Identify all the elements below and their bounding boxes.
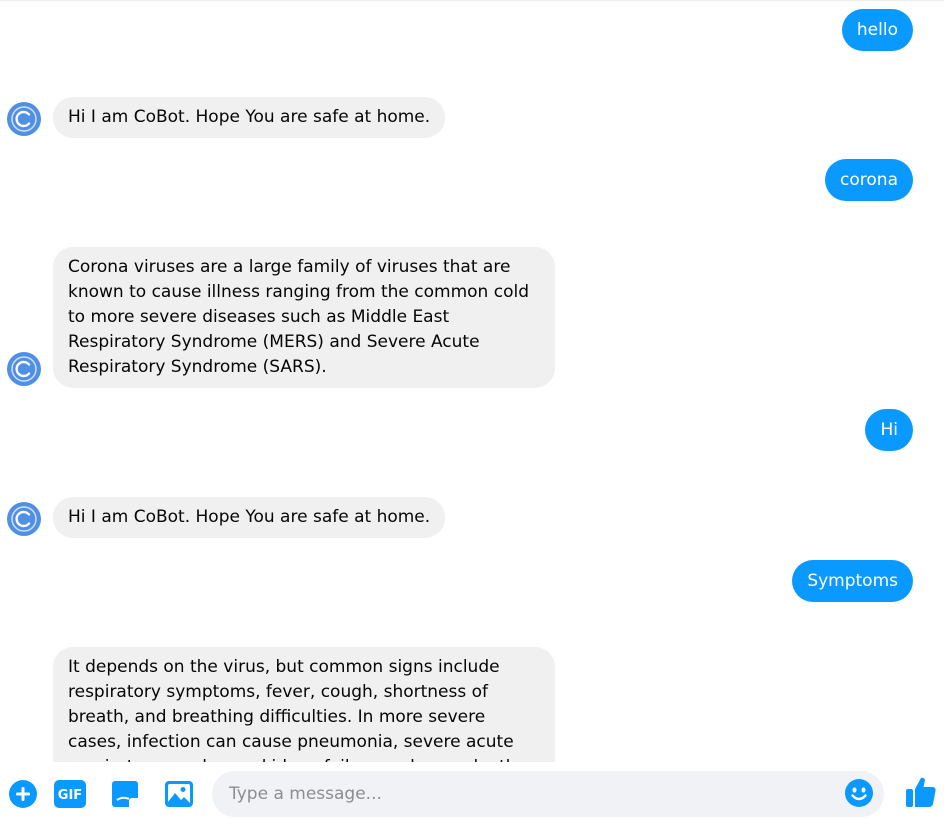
thumbs-up-icon[interactable] — [903, 774, 939, 810]
conversation: hello Hi I am CoBot. Hope You are safe a… — [0, 0, 944, 763]
plus-circle-icon[interactable] — [7, 778, 39, 810]
bot-message-bubble[interactable]: It depends on the virus, but common sign… — [53, 647, 555, 763]
gif-label: GIF — [58, 788, 82, 803]
image-icon[interactable] — [163, 778, 195, 810]
emoji-icon[interactable] — [844, 778, 874, 808]
bot-avatar[interactable] — [7, 502, 41, 536]
bot-message-bubble[interactable]: Hi I am CoBot. Hope You are safe at home… — [53, 497, 446, 538]
bot-logo-icon — [11, 356, 37, 382]
bot-message-bubble[interactable]: Corona viruses are a large family of vir… — [53, 247, 555, 388]
message-input[interactable] — [227, 778, 831, 810]
user-message-bubble[interactable]: Hi — [865, 409, 913, 451]
message-composer — [212, 771, 884, 817]
bot-avatar[interactable] — [7, 102, 41, 136]
user-message-bubble[interactable]: hello — [841, 9, 913, 51]
bot-message-bubble[interactable]: Hi I am CoBot. Hope You are safe at home… — [53, 97, 446, 138]
gif-icon[interactable]: GIF — [53, 778, 86, 810]
user-message-bubble[interactable]: corona — [825, 159, 913, 201]
sticker-icon[interactable] — [109, 778, 141, 810]
bot-avatar[interactable] — [7, 352, 41, 386]
composer-toolbar: GIF — [0, 762, 944, 818]
bot-logo-icon — [11, 106, 37, 132]
user-message-bubble[interactable]: Symptoms — [792, 560, 913, 602]
bot-logo-icon — [11, 506, 37, 532]
